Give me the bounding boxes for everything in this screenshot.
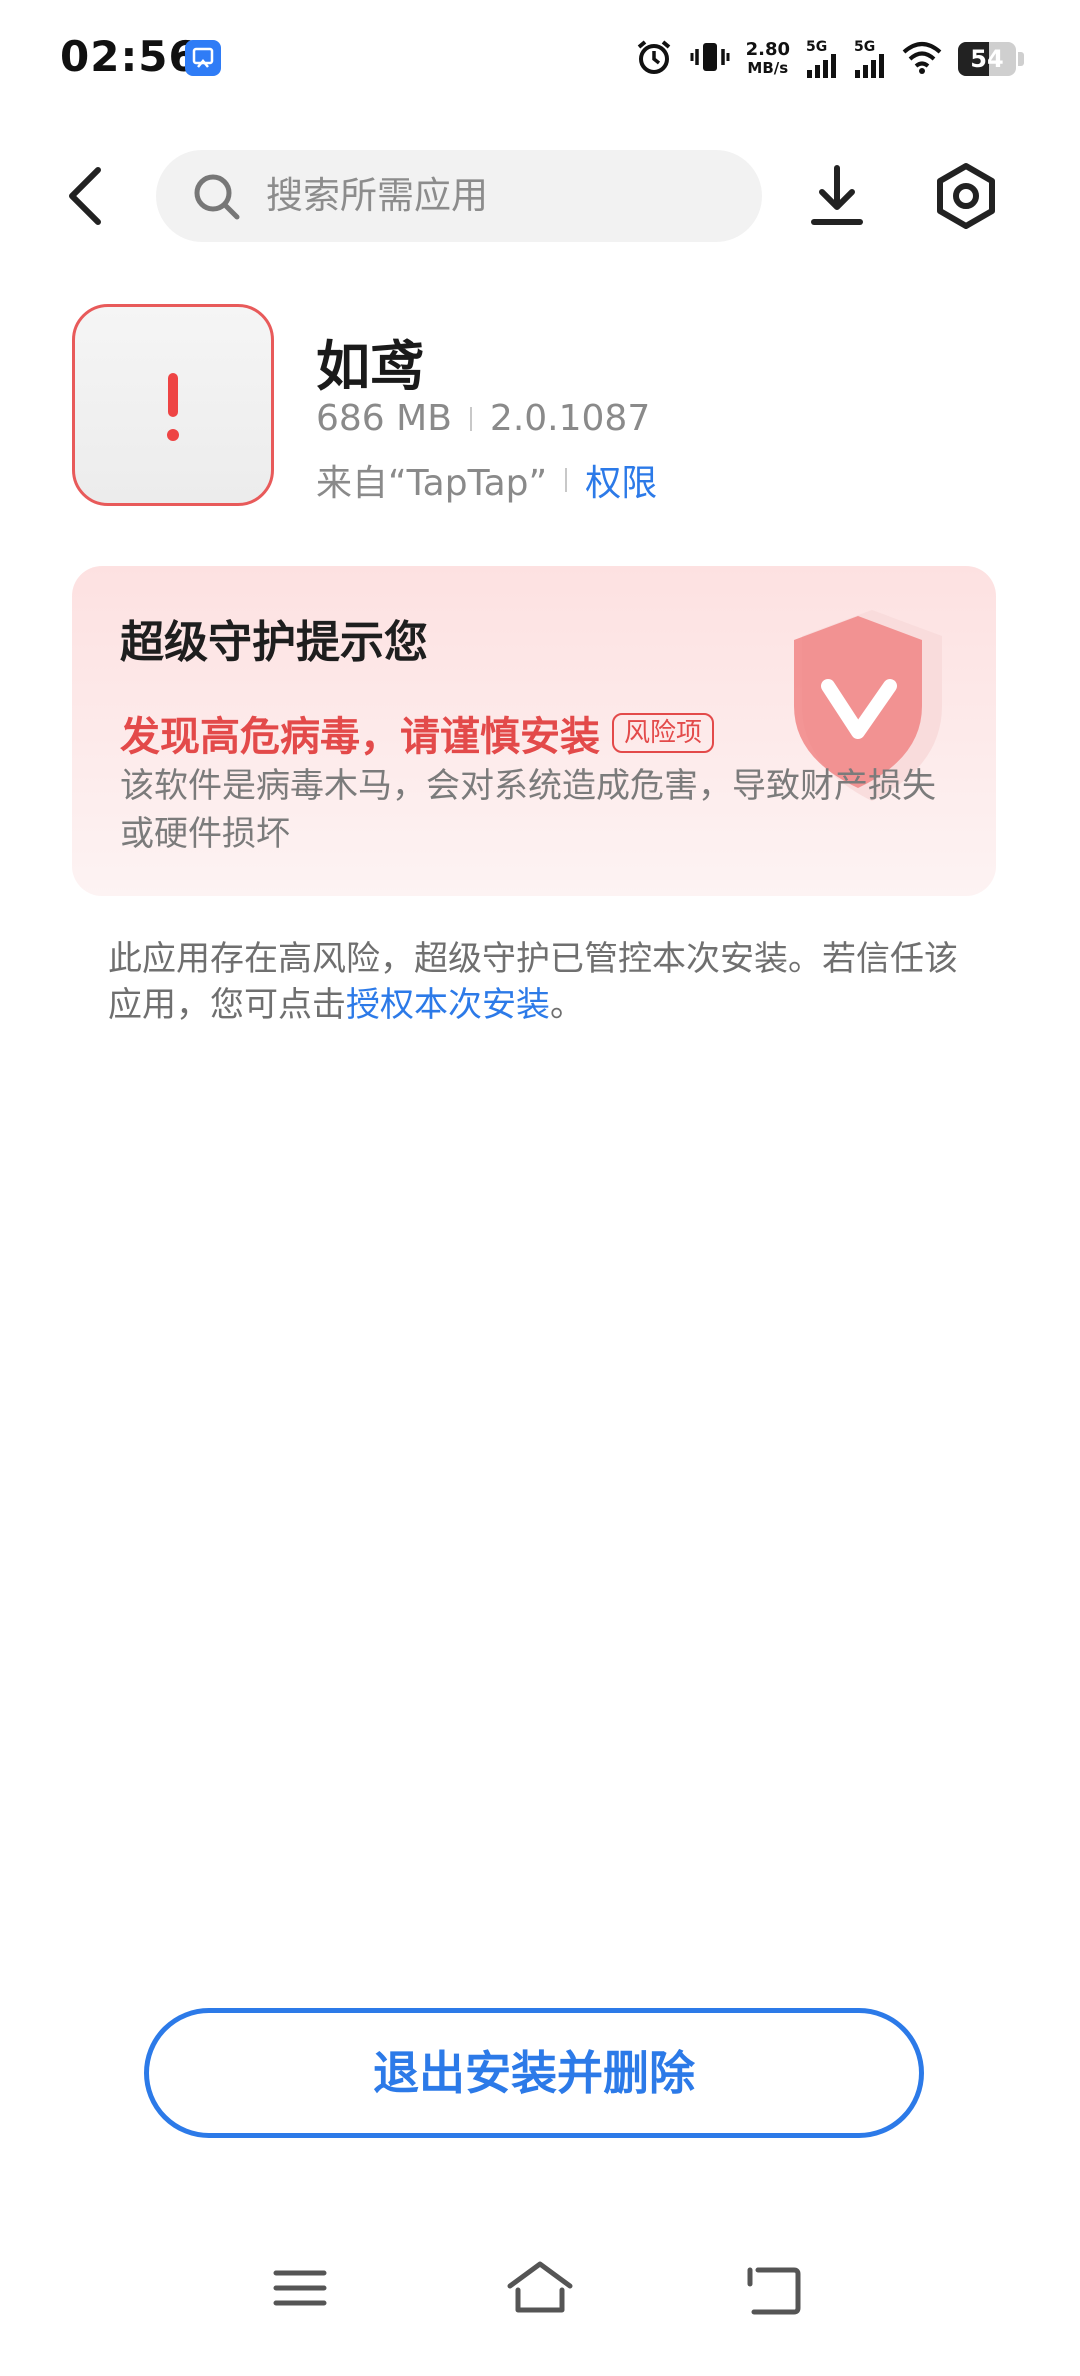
back-arrow-icon (69, 167, 101, 225)
network-speed-value: 2.80 (745, 39, 790, 60)
nav-home-button[interactable] (504, 2260, 576, 2320)
back-return-icon (747, 2267, 801, 2315)
screenshot-app-icon (185, 40, 221, 76)
signal-bars-icon (855, 54, 884, 78)
status-bar: 02:56 2.80 MB/s 5G 5G 54 (0, 0, 1080, 120)
back-button[interactable] (56, 160, 116, 232)
sim2-network-type: 5G (854, 39, 876, 55)
sim1-network-type: 5G (806, 39, 828, 55)
divider (565, 468, 568, 492)
card-title: 超级守护提示您 (120, 617, 428, 668)
app-version: 2.0.1087 (489, 398, 651, 439)
virus-alert-text: 发现高危病毒，请谨慎安装 (120, 714, 600, 760)
exit-and-delete-button[interactable]: 退出安装并删除 (144, 2008, 924, 2138)
wifi-icon (902, 40, 942, 78)
app-source: 来自“TapTap” (316, 463, 548, 504)
search-icon (194, 174, 240, 220)
nav-back-button[interactable] (744, 2264, 804, 2320)
card-description: 该软件是病毒木马，会对系统造成危害，导致财产损失或硬件损坏 (120, 766, 936, 854)
menu-lines-icon (273, 2270, 327, 2306)
search-input[interactable]: 搜索所需应用 (266, 150, 488, 242)
status-indicators: 2.80 MB/s 5G 5G 54 (634, 34, 1024, 84)
settings-hexagon-icon (937, 163, 995, 229)
notice-text-end: 。 (550, 985, 584, 1025)
search-bar[interactable]: 搜索所需应用 (156, 150, 762, 242)
app-icon (72, 304, 274, 506)
virus-alert: 发现高危病毒，请谨慎安装 风险项 (120, 704, 715, 762)
permissions-link[interactable]: 权限 (585, 454, 657, 506)
network-speed: 2.80 MB/s (745, 39, 790, 78)
warning-exclamation-icon (168, 373, 178, 417)
install-notice: 此应用存在高风险，超级守护已管控本次安装。若信任该应用，您可点击授权本次安装。 (108, 936, 988, 1028)
battery-level: 54 (970, 45, 1004, 73)
settings-button[interactable] (930, 160, 1002, 232)
vibrate-icon (690, 37, 730, 81)
download-icon (811, 165, 863, 225)
download-button[interactable] (804, 160, 870, 232)
app-meta: 686 MB 2.0.1087 (316, 398, 650, 439)
status-time: 02:56 (60, 32, 199, 81)
nav-recents-button[interactable] (272, 2268, 328, 2312)
home-icon (507, 2261, 573, 2313)
app-name: 如鸢 (316, 335, 424, 398)
sim1-signal: 5G (806, 40, 838, 78)
warning-exclamation-dot (167, 429, 179, 441)
sim2-signal: 5G (854, 40, 886, 78)
security-warning-card: 超级守护提示您 发现高危病毒，请谨慎安装 风险项 该软件是病毒木马，会对系统造成… (72, 566, 996, 896)
signal-bars-icon (807, 54, 836, 78)
app-size: 686 MB (316, 398, 452, 439)
alarm-icon (634, 37, 674, 81)
network-speed-unit: MB/s (747, 59, 789, 77)
battery-indicator: 54 (958, 42, 1024, 76)
app-source-row: 来自“TapTap” 权限 (316, 454, 657, 506)
risk-badge[interactable]: 风险项 (612, 713, 715, 753)
authorize-install-link[interactable]: 授权本次安装 (346, 985, 550, 1025)
divider (469, 406, 472, 431)
